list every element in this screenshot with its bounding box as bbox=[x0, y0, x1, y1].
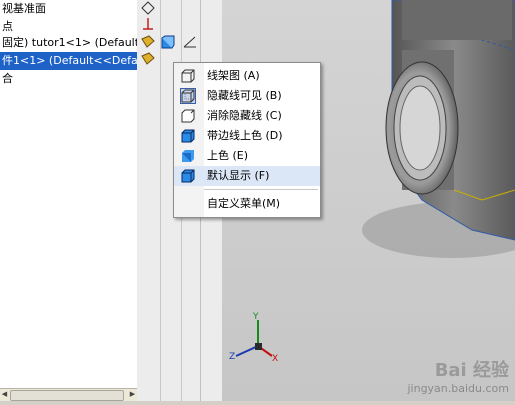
menu-item-default-display[interactable]: 默认显示 (F) bbox=[174, 166, 320, 186]
scroll-right-icon[interactable]: ▶ bbox=[128, 390, 137, 399]
scrollbar-thumb[interactable] bbox=[10, 390, 124, 401]
menu-item-label: 上色 (E) bbox=[207, 149, 249, 162]
column-divider bbox=[160, 0, 161, 401]
menu-item-label: 自定义菜单(M) bbox=[207, 197, 281, 210]
menu-item-label: 消除隐藏线 (C) bbox=[207, 109, 282, 122]
menu-item-shaded[interactable]: 上色 (E) bbox=[174, 146, 320, 166]
axis-x-label: X bbox=[272, 354, 279, 364]
default-display-icon bbox=[181, 169, 195, 183]
watermark: Bai 经验 jingyan.baidu.com bbox=[407, 356, 509, 395]
appearance-icon[interactable] bbox=[183, 35, 197, 49]
menu-item-label: 带边线上色 (D) bbox=[207, 129, 283, 142]
tree-item-selected-part[interactable]: 件1<1> (Default<<Default bbox=[0, 52, 137, 70]
menu-item-hidden-lines-removed[interactable]: 消除隐藏线 (C) bbox=[174, 106, 320, 126]
shaded-with-edges-icon bbox=[181, 129, 195, 143]
scroll-left-icon[interactable]: ◀ bbox=[0, 390, 9, 399]
hidden-lines-visible-icon bbox=[180, 88, 196, 104]
menu-item-label: 线架图 (A) bbox=[207, 69, 260, 82]
menu-item-label: 默认显示 (F) bbox=[207, 169, 270, 182]
part-icon[interactable] bbox=[141, 52, 155, 66]
tree-item-plane[interactable]: 视基准面 bbox=[0, 0, 46, 18]
axis-z-label: Z bbox=[229, 352, 236, 362]
menu-item-customize[interactable]: 自定义菜单(M) bbox=[174, 194, 320, 214]
plane-icon bbox=[141, 1, 155, 15]
watermark-url: jingyan.baidu.com bbox=[407, 382, 509, 395]
display-style-menu: 线架图 (A) 隐藏线可见 (B) 消除隐藏线 (C) 带边线上色 (D) 上色… bbox=[173, 62, 321, 218]
horizontal-scrollbar[interactable]: ◀ ▶ bbox=[0, 388, 137, 401]
hidden-lines-removed-icon bbox=[181, 109, 195, 123]
menu-item-label: 隐藏线可见 (B) bbox=[207, 89, 282, 102]
feature-tree: 视基准面 点 固定) tutor1<1> (Default<< 件1<1> (D… bbox=[0, 0, 138, 401]
display-mode-icon[interactable] bbox=[161, 35, 175, 49]
shaded-icon bbox=[182, 150, 194, 162]
menu-separator bbox=[204, 189, 318, 190]
menu-item-wireframe[interactable]: 线架图 (A) bbox=[174, 66, 320, 86]
wireframe-icon bbox=[181, 69, 195, 83]
menu-item-shaded-with-edges[interactable]: 带边线上色 (D) bbox=[174, 126, 320, 146]
tree-item-tutor1[interactable]: 固定) tutor1<1> (Default<< bbox=[0, 34, 137, 52]
menu-item-hidden-lines-visible[interactable]: 隐藏线可见 (B) bbox=[174, 86, 320, 106]
part-icon[interactable] bbox=[141, 35, 155, 49]
axis-y-label: Y bbox=[253, 312, 259, 322]
watermark-title: Bai 经验 bbox=[434, 360, 509, 381]
origin-icon bbox=[143, 18, 153, 30]
tree-item-mates[interactable]: 合 bbox=[0, 70, 13, 88]
